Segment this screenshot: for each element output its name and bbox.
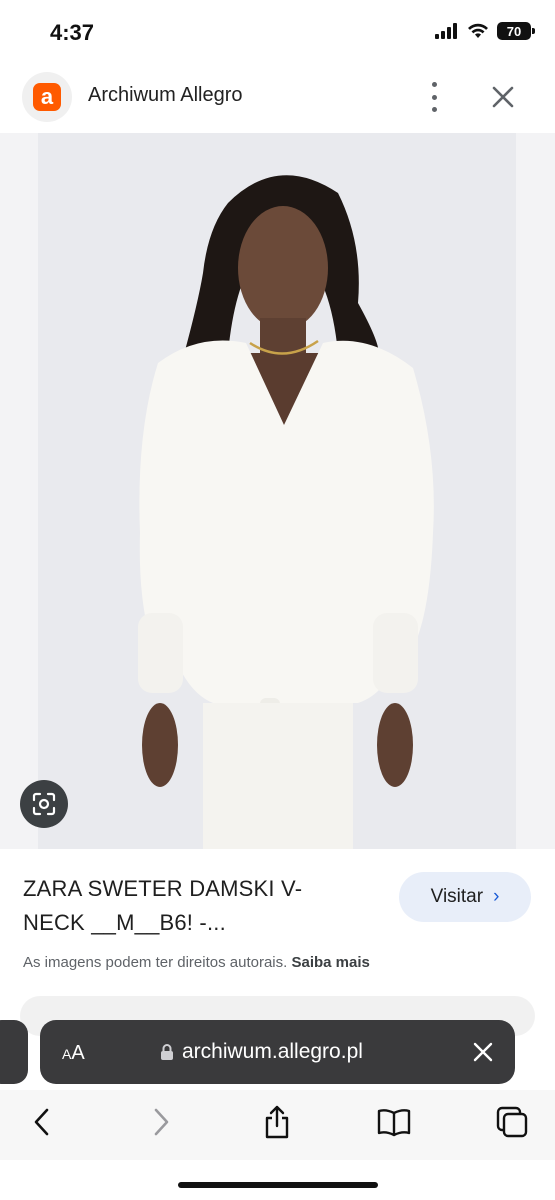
share-icon[interactable] bbox=[257, 1102, 297, 1142]
copyright-text: As imagens podem ter direitos autorais. bbox=[23, 954, 288, 971]
lock-icon bbox=[161, 1044, 173, 1060]
model-illustration bbox=[38, 133, 516, 849]
battery-level: 70 bbox=[506, 23, 522, 39]
header: a Archiwum Allegro bbox=[0, 64, 555, 130]
site-name[interactable]: Archiwum Allegro bbox=[88, 84, 243, 107]
status-icons: 70 bbox=[435, 22, 535, 40]
text-size-button[interactable]: AA bbox=[62, 1042, 85, 1065]
url-text: archiwum.allegro.pl bbox=[182, 1040, 363, 1063]
status-bar: 4:37 70 bbox=[0, 0, 555, 64]
browser-toolbar bbox=[0, 1090, 555, 1160]
visit-button[interactable]: Visitar › bbox=[399, 872, 531, 922]
bookmarks-icon[interactable] bbox=[374, 1102, 414, 1142]
image-preview bbox=[0, 133, 555, 849]
result-title-line1: ZARA SWETER DAMSKI V- bbox=[23, 876, 303, 901]
address-bar[interactable]: AA archiwum.allegro.pl bbox=[40, 1020, 515, 1084]
result-title[interactable]: ZARA SWETER DAMSKI V- NECK __M__B6! -... bbox=[23, 872, 383, 940]
more-vert-icon[interactable] bbox=[420, 82, 448, 112]
close-icon[interactable] bbox=[488, 82, 518, 112]
site-logo[interactable]: a bbox=[22, 72, 72, 122]
copyright-notice: As imagens podem ter direitos autorais. … bbox=[23, 954, 370, 971]
lens-icon[interactable] bbox=[20, 780, 68, 828]
signal-icon bbox=[435, 23, 457, 39]
back-icon[interactable] bbox=[22, 1102, 62, 1142]
allegro-logo-icon: a bbox=[33, 83, 61, 111]
wifi-icon bbox=[468, 23, 488, 38]
home-indicator bbox=[178, 1182, 378, 1188]
tabs-icon[interactable] bbox=[492, 1102, 532, 1142]
forward-icon[interactable] bbox=[141, 1102, 181, 1142]
learn-more-link[interactable]: Saiba mais bbox=[291, 954, 369, 971]
status-time: 4:37 bbox=[50, 20, 95, 45]
previous-tab-peek[interactable] bbox=[0, 1020, 28, 1084]
result-title-line2: NECK __M__B6! -... bbox=[23, 910, 226, 935]
chevron-right-icon: › bbox=[493, 886, 500, 907]
product-photo[interactable] bbox=[38, 133, 516, 849]
visit-label: Visitar bbox=[430, 886, 484, 907]
url-display[interactable]: archiwum.allegro.pl bbox=[160, 1040, 363, 1064]
close-icon[interactable] bbox=[471, 1040, 495, 1064]
battery-indicator: 70 bbox=[497, 22, 535, 40]
